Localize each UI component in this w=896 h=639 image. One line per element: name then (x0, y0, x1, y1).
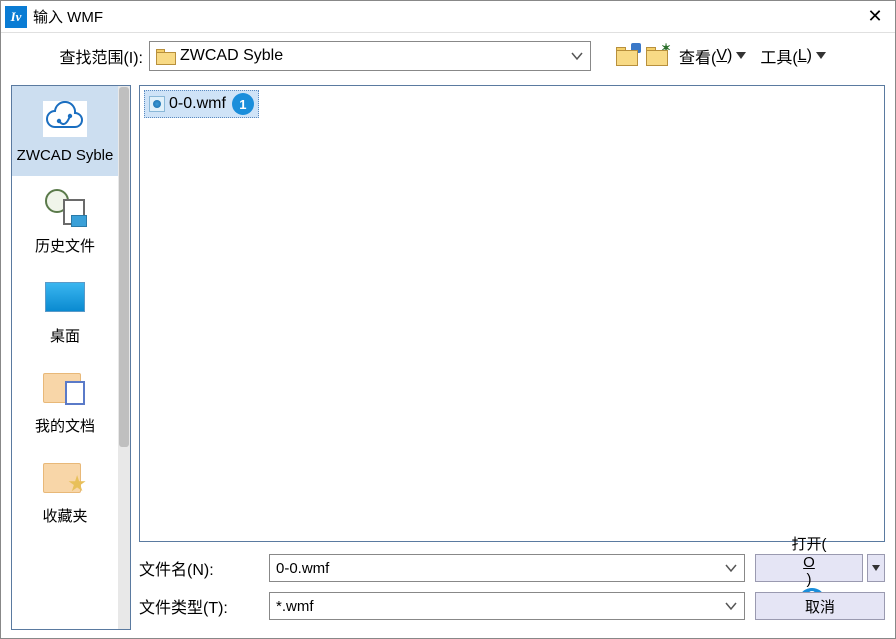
sidebar-item-label: ZWCAD Syble (17, 147, 114, 164)
filename-combo[interactable]: 0-0.wmf (269, 554, 745, 582)
sidebar-item-desktop[interactable]: 桌面 (12, 266, 118, 356)
view-key: V (716, 47, 727, 65)
bottom-form: 文件名(N): 0-0.wmf 打开(O) 2 (139, 542, 885, 630)
filename-row: 文件名(N): 0-0.wmf 打开(O) 2 (139, 554, 885, 582)
sidebar-item-favorites[interactable]: ★ 收藏夹 (12, 446, 118, 536)
cancel-label: 取消 (805, 596, 835, 617)
filetype-label: 文件类型(T): (139, 594, 259, 618)
open-label-pre: 打开( (792, 533, 827, 554)
lookin-label: 查找范围(I): (11, 44, 149, 68)
sidebar-item-history[interactable]: 历史文件 (12, 176, 118, 266)
app-icon: Iv (5, 6, 27, 28)
sidebar-scrollbar[interactable] (118, 86, 130, 629)
annotation-badge: 1 (232, 93, 254, 115)
scrollbar-thumb[interactable] (119, 87, 129, 447)
chevron-down-icon (724, 561, 738, 575)
view-menu-button[interactable]: 查看(V) (675, 42, 750, 70)
chevron-down-icon (724, 599, 738, 613)
cloud-icon (43, 99, 87, 139)
cancel-button[interactable]: 取消 (755, 592, 885, 620)
close-button[interactable]: ✕ (859, 3, 891, 31)
filetype-value: *.wmf (276, 598, 724, 615)
view-label-pre: 查看( (679, 44, 716, 68)
main-area: 0-0.wmf 1 文件名(N): 0-0.wmf 打开(O) (139, 85, 885, 630)
history-icon (43, 187, 87, 227)
lookin-combo[interactable]: ZWCAD Syble (149, 41, 591, 71)
tools-key: L (798, 47, 807, 65)
caret-down-icon (816, 47, 826, 65)
body: ZWCAD Syble 历史文件 桌面 (1, 79, 895, 638)
sidebar-item-label: 收藏夹 (42, 505, 87, 526)
filename-label: 文件名(N): (139, 556, 259, 580)
view-label-post: ) (727, 47, 732, 65)
folder-icon (156, 49, 174, 63)
places-sidebar: ZWCAD Syble 历史文件 桌面 (11, 85, 131, 630)
filetype-row: 文件类型(T): *.wmf 取消 (139, 592, 885, 620)
sidebar-item-label: 我的文档 (35, 415, 95, 436)
open-key: O (803, 554, 815, 571)
import-wmf-dialog: Iv 输入 WMF ✕ 查找范围(I): ZWCAD Syble ✶ 查看(V)… (0, 0, 896, 639)
open-label-post: ) (807, 571, 812, 588)
wmf-file-icon (149, 96, 165, 112)
lookin-row: 查找范围(I): ZWCAD Syble ✶ 查看(V) 工具(L) (1, 33, 895, 79)
tools-menu-button[interactable]: 工具(L) (756, 42, 830, 70)
documents-icon (43, 367, 87, 407)
favorites-icon: ★ (43, 457, 87, 497)
titlebar: Iv 输入 WMF ✕ (1, 1, 895, 33)
file-item[interactable]: 0-0.wmf 1 (144, 90, 259, 118)
sidebar-item-label: 桌面 (50, 325, 80, 346)
desktop-icon (43, 277, 87, 317)
filetype-combo[interactable]: *.wmf (269, 592, 745, 620)
caret-down-icon (736, 47, 746, 65)
sidebar-item-documents[interactable]: 我的文档 (12, 356, 118, 446)
chevron-down-icon (570, 49, 584, 63)
open-dropdown-button[interactable] (867, 554, 885, 582)
tools-label-pre: 工具( (760, 44, 797, 68)
back-folder-button[interactable] (615, 45, 639, 67)
sidebar-item-label: 历史文件 (35, 235, 95, 256)
new-folder-button[interactable]: ✶ (645, 45, 669, 67)
lookin-value: ZWCAD Syble (180, 47, 570, 65)
open-button[interactable]: 打开(O) 2 (755, 554, 863, 582)
toolbar-right: ✶ 查看(V) 工具(L) (615, 42, 830, 70)
file-name: 0-0.wmf (169, 95, 226, 113)
sidebar-item-zwcad-syble[interactable]: ZWCAD Syble (12, 86, 118, 176)
dialog-title: 输入 WMF (33, 6, 859, 27)
tools-label-post: ) (807, 47, 812, 65)
filename-value: 0-0.wmf (276, 560, 724, 577)
file-list[interactable]: 0-0.wmf 1 (139, 85, 885, 542)
